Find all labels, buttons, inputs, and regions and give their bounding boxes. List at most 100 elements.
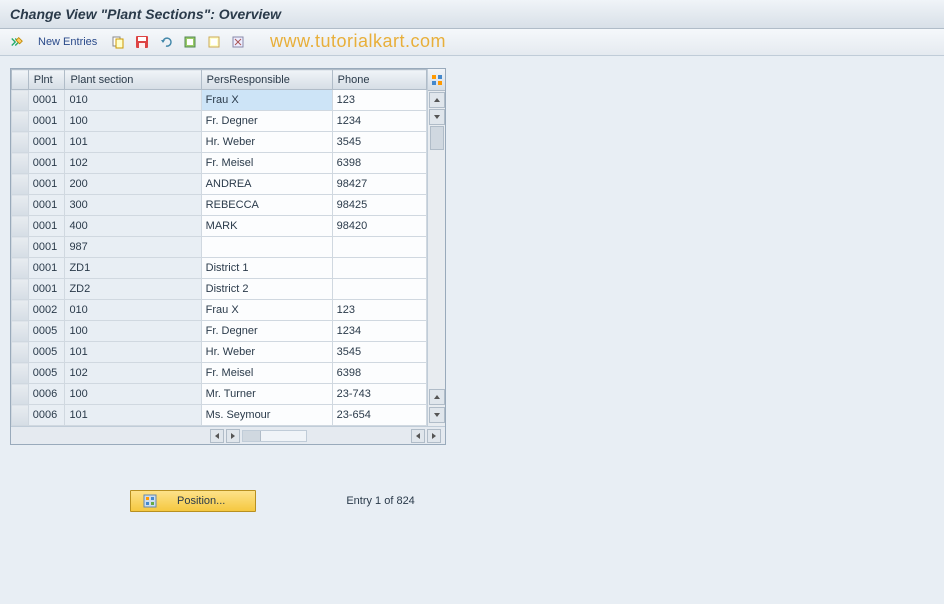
cell-phone[interactable]: 23-654 bbox=[332, 405, 426, 426]
table-row[interactable]: 0006100Mr. Turner23-743 bbox=[12, 384, 427, 405]
hscroll-thumb[interactable] bbox=[243, 431, 261, 441]
cell-phone[interactable]: 1234 bbox=[332, 321, 426, 342]
scroll-down-icon[interactable] bbox=[429, 109, 445, 125]
cell-pers-responsible[interactable]: Fr. Degner bbox=[201, 321, 332, 342]
cell-pers-responsible[interactable]: Hr. Weber bbox=[201, 342, 332, 363]
hscroll-track[interactable] bbox=[242, 430, 307, 442]
row-selector[interactable] bbox=[12, 132, 29, 153]
header-pers[interactable]: PersResponsible bbox=[201, 70, 332, 90]
cell-plnt: 0005 bbox=[28, 321, 65, 342]
table-row[interactable]: 0001987 bbox=[12, 237, 427, 258]
horizontal-scrollbar[interactable] bbox=[11, 426, 445, 444]
table-row[interactable]: 0001300REBECCA98425 bbox=[12, 195, 427, 216]
cell-plnt: 0006 bbox=[28, 405, 65, 426]
cell-phone[interactable]: 123 bbox=[332, 90, 426, 111]
cell-pers-responsible[interactable]: Frau X bbox=[201, 300, 332, 321]
table-row[interactable]: 0001ZD2District 2 bbox=[12, 279, 427, 300]
row-selector[interactable] bbox=[12, 216, 29, 237]
cell-pers-responsible[interactable]: District 2 bbox=[201, 279, 332, 300]
cell-pers-responsible[interactable]: District 1 bbox=[201, 258, 332, 279]
cell-phone[interactable]: 6398 bbox=[332, 153, 426, 174]
cell-phone[interactable]: 23-743 bbox=[332, 384, 426, 405]
header-section[interactable]: Plant section bbox=[65, 70, 201, 90]
scroll-up-bottom-icon[interactable] bbox=[429, 389, 445, 405]
hscroll-left-icon[interactable] bbox=[210, 429, 224, 443]
hscroll-right-end-icon[interactable] bbox=[427, 429, 441, 443]
position-icon bbox=[143, 494, 157, 508]
deselect-all-icon[interactable] bbox=[205, 33, 223, 51]
table-row[interactable]: 0001200ANDREA98427 bbox=[12, 174, 427, 195]
cell-phone[interactable] bbox=[332, 279, 426, 300]
table-row[interactable]: 0001400MARK98420 bbox=[12, 216, 427, 237]
cell-pers-responsible[interactable]: ANDREA bbox=[201, 174, 332, 195]
new-entries-button[interactable]: New Entries bbox=[32, 36, 103, 48]
cell-phone[interactable]: 6398 bbox=[332, 363, 426, 384]
cell-phone[interactable]: 98425 bbox=[332, 195, 426, 216]
table-row[interactable]: 0001ZD1District 1 bbox=[12, 258, 427, 279]
table-row[interactable]: 0002010Frau X123 bbox=[12, 300, 427, 321]
cell-pers-responsible[interactable]: Frau X bbox=[201, 90, 332, 111]
table-row[interactable]: 0001102Fr. Meisel6398 bbox=[12, 153, 427, 174]
row-selector[interactable] bbox=[12, 384, 29, 405]
row-selector[interactable] bbox=[12, 363, 29, 384]
table-row[interactable]: 0005100Fr. Degner1234 bbox=[12, 321, 427, 342]
cell-plnt: 0001 bbox=[28, 237, 65, 258]
cell-pers-responsible[interactable]: Ms. Seymour bbox=[201, 405, 332, 426]
cell-pers-responsible[interactable]: Fr. Degner bbox=[201, 111, 332, 132]
cell-phone[interactable]: 1234 bbox=[332, 111, 426, 132]
row-selector[interactable] bbox=[12, 90, 29, 111]
header-selector[interactable] bbox=[12, 70, 29, 90]
cell-pers-responsible[interactable]: Fr. Meisel bbox=[201, 153, 332, 174]
row-selector[interactable] bbox=[12, 321, 29, 342]
cell-phone[interactable]: 98420 bbox=[332, 216, 426, 237]
undo-icon[interactable] bbox=[157, 33, 175, 51]
row-selector[interactable] bbox=[12, 300, 29, 321]
cell-phone[interactable] bbox=[332, 258, 426, 279]
toggle-change-icon[interactable] bbox=[8, 33, 26, 51]
row-selector[interactable] bbox=[12, 174, 29, 195]
header-phone[interactable]: Phone bbox=[332, 70, 426, 90]
delete-icon[interactable] bbox=[229, 33, 247, 51]
cell-section: ZD2 bbox=[65, 279, 201, 300]
hscroll-left-end-icon[interactable] bbox=[411, 429, 425, 443]
scroll-down-bottom-icon[interactable] bbox=[429, 407, 445, 423]
row-selector[interactable] bbox=[12, 237, 29, 258]
cell-phone[interactable]: 3545 bbox=[332, 132, 426, 153]
row-selector[interactable] bbox=[12, 342, 29, 363]
table-row[interactable]: 0006101Ms. Seymour23-654 bbox=[12, 405, 427, 426]
cell-pers-responsible[interactable]: REBECCA bbox=[201, 195, 332, 216]
cell-plnt: 0005 bbox=[28, 363, 65, 384]
row-selector[interactable] bbox=[12, 279, 29, 300]
select-all-icon[interactable] bbox=[181, 33, 199, 51]
cell-phone[interactable]: 3545 bbox=[332, 342, 426, 363]
position-button[interactable]: Position... bbox=[130, 490, 256, 512]
table-row[interactable]: 0001010Frau X123 bbox=[12, 90, 427, 111]
table-row[interactable]: 0001101Hr. Weber3545 bbox=[12, 132, 427, 153]
table-configure-icon[interactable] bbox=[431, 74, 443, 86]
cell-phone[interactable]: 123 bbox=[332, 300, 426, 321]
cell-pers-responsible[interactable]: Mr. Turner bbox=[201, 384, 332, 405]
cell-section: 987 bbox=[65, 237, 201, 258]
cell-pers-responsible[interactable] bbox=[201, 237, 332, 258]
cell-pers-responsible[interactable]: MARK bbox=[201, 216, 332, 237]
scroll-up-icon[interactable] bbox=[429, 92, 445, 108]
row-selector[interactable] bbox=[12, 405, 29, 426]
cell-phone[interactable] bbox=[332, 237, 426, 258]
row-selector[interactable] bbox=[12, 153, 29, 174]
cell-phone[interactable]: 98427 bbox=[332, 174, 426, 195]
scroll-thumb[interactable] bbox=[430, 126, 444, 150]
vertical-scrollbar[interactable] bbox=[427, 69, 445, 426]
table-row[interactable]: 0005102Fr. Meisel6398 bbox=[12, 363, 427, 384]
hscroll-right-icon[interactable] bbox=[226, 429, 240, 443]
page-title: Change View "Plant Sections": Overview bbox=[0, 0, 944, 29]
row-selector[interactable] bbox=[12, 258, 29, 279]
row-selector[interactable] bbox=[12, 111, 29, 132]
save-icon[interactable] bbox=[133, 33, 151, 51]
copy-icon[interactable] bbox=[109, 33, 127, 51]
table-row[interactable]: 0005101Hr. Weber3545 bbox=[12, 342, 427, 363]
table-row[interactable]: 0001100Fr. Degner1234 bbox=[12, 111, 427, 132]
cell-pers-responsible[interactable]: Fr. Meisel bbox=[201, 363, 332, 384]
cell-pers-responsible[interactable]: Hr. Weber bbox=[201, 132, 332, 153]
header-plnt[interactable]: Plnt bbox=[28, 70, 65, 90]
row-selector[interactable] bbox=[12, 195, 29, 216]
